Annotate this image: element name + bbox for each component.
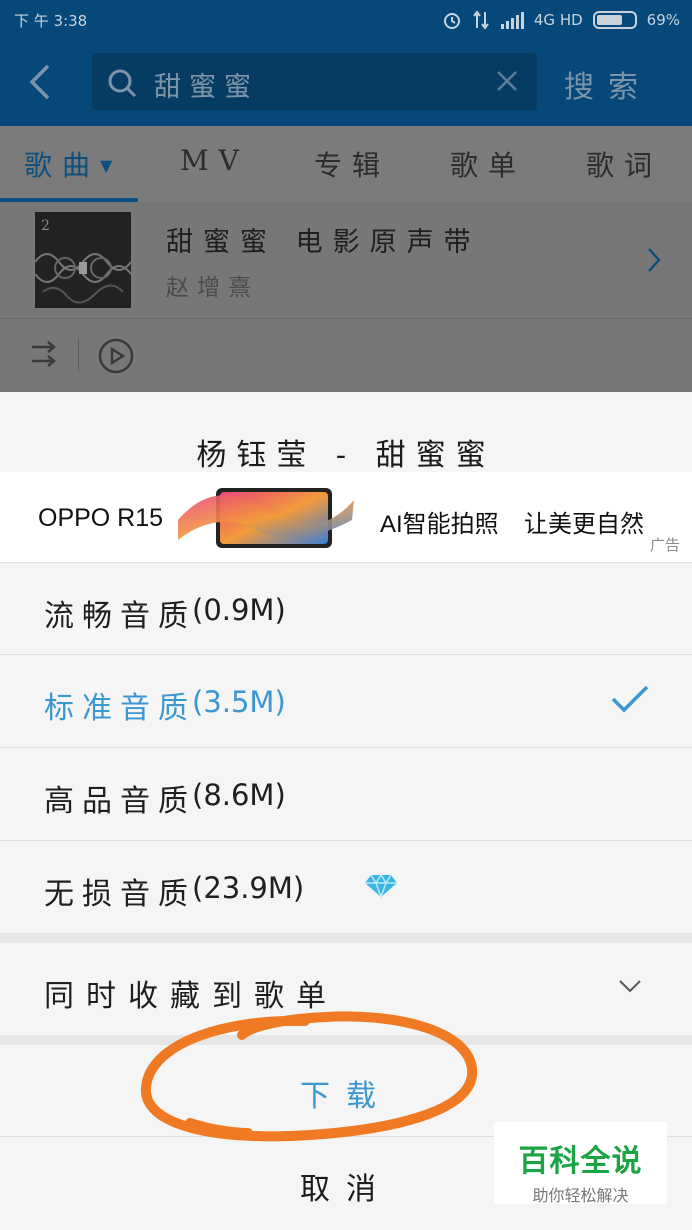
quality-label: 流畅音质 (44, 599, 196, 634)
diamond-vip-icon (365, 873, 397, 899)
quality-label: 标准音质 (44, 691, 196, 726)
quality-option-smooth[interactable]: 流畅音质 (0.9M) (0, 562, 692, 654)
back-arrow-icon (29, 64, 50, 100)
network-type: 4G HD (533, 11, 583, 29)
back-button[interactable] (22, 60, 62, 104)
tab-albums[interactable]: 专辑 (314, 144, 390, 184)
status-bar: 下 午 3:38 4G HD 69% (0, 0, 692, 40)
quality-size: (23.9M) (192, 871, 305, 905)
quality-option-high[interactable]: 高品音质 (8.6M) (0, 747, 692, 839)
section-gap (0, 1035, 692, 1045)
add-to-playlist-row[interactable]: 同时收藏到歌单 (0, 943, 692, 1035)
search-header: 甜蜜蜜 搜索 (0, 40, 692, 126)
search-query: 甜蜜蜜 (154, 72, 259, 103)
ad-banner[interactable]: OPPO R15 AI智能拍照 让美更自然 广告 (0, 472, 692, 562)
tab-playlists[interactable]: 歌单 (450, 144, 526, 184)
album-cover: 2 (35, 212, 131, 308)
search-icon (108, 69, 137, 98)
separator (78, 339, 79, 371)
alarm-icon (443, 13, 460, 29)
watermark-title: 百科全说 (518, 1144, 643, 1179)
tab-lyrics[interactable]: 歌词 (586, 144, 662, 184)
checkmark-icon (611, 685, 649, 713)
quality-size: (0.9M) (192, 593, 286, 627)
data-transfer-icon (473, 10, 489, 30)
album-result[interactable]: 2 甜蜜蜜 电影原声带 赵增熹 (0, 202, 692, 318)
section-gap (0, 933, 692, 943)
phone-graphic (178, 488, 354, 548)
sheet-title: 杨钰莹 - 甜蜜蜜 (196, 438, 496, 473)
quality-option-lossless[interactable]: 无损音质 (23.9M) (0, 840, 692, 932)
add-to-playlist-label: 同时收藏到歌单 (44, 979, 338, 1014)
search-input[interactable]: 甜蜜蜜 (92, 53, 537, 110)
album-artist: 赵增熹 (166, 275, 259, 301)
tab-mv[interactable]: MV (180, 144, 249, 177)
song-actions (0, 319, 692, 392)
status-time: 下 午 3:38 (14, 12, 88, 30)
ad-slogan: AI智能拍照 (380, 511, 499, 538)
clear-icon[interactable] (493, 67, 521, 95)
battery-percent: 69% (646, 11, 680, 29)
download-label: 下载 (300, 1079, 392, 1114)
battery-icon (592, 11, 637, 29)
ad-label: 广告 (649, 536, 680, 554)
chevron-down-icon (619, 980, 641, 993)
download-sheet: 杨钰莹 - 甜蜜蜜 OPPO R15 AI智能拍照 让美更自然 广告 流畅音质 … (0, 392, 692, 1230)
watermark: 百科全说 助你轻松解决 (494, 1122, 667, 1205)
quality-size: (8.6M) (192, 778, 286, 812)
ad-brand: OPPO R15 (38, 504, 164, 532)
ad-slogan-2: 让美更自然 (524, 511, 644, 538)
caret-down-icon: ▼ (100, 156, 123, 175)
signal-icon (500, 12, 524, 29)
quality-size: (3.5M) (192, 685, 286, 719)
quality-label: 无损音质 (44, 877, 196, 912)
tab-songs-label: 歌曲 (24, 149, 101, 182)
album-title: 甜蜜蜜 电影原声带 (166, 227, 481, 258)
watermark-subtitle: 助你轻松解决 (532, 1186, 629, 1205)
play-all-icon[interactable] (97, 337, 135, 375)
quality-label: 高品音质 (44, 784, 196, 819)
tab-songs[interactable]: 歌曲▼ (24, 144, 122, 184)
chevron-right-icon (648, 248, 661, 272)
search-button[interactable]: 搜索 (564, 62, 652, 106)
shuffle-icon[interactable] (28, 337, 62, 371)
svg-text:2: 2 (41, 218, 50, 234)
result-tabs: 歌曲▼ MV 专辑 歌单 歌词 (0, 126, 692, 202)
quality-option-standard[interactable]: 标准音质 (3.5M) (0, 654, 692, 746)
